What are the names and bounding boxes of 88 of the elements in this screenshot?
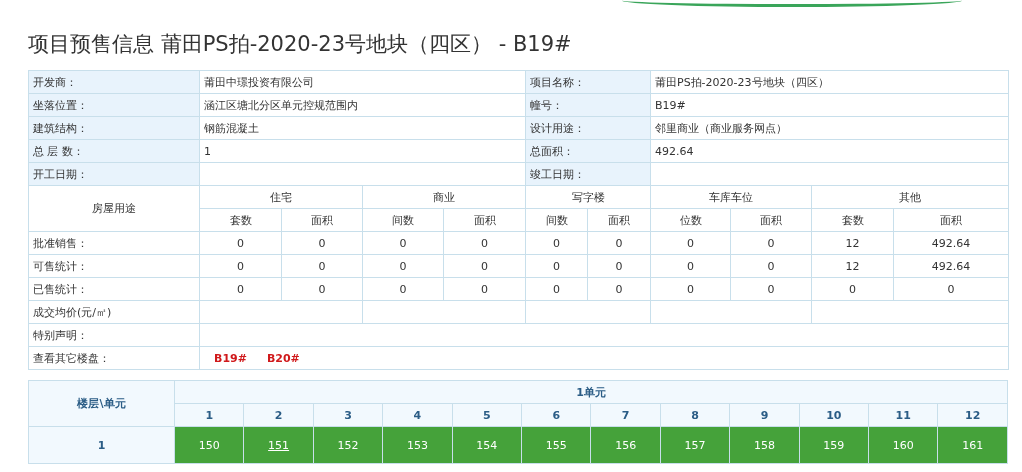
table-cell: 0 bbox=[199, 231, 282, 255]
row-label: 可售统计： bbox=[28, 254, 200, 278]
table-cell: 12 bbox=[811, 231, 894, 255]
table-cell: 492.64 bbox=[893, 231, 1009, 255]
table-cell: 0 bbox=[199, 277, 282, 301]
table-cell: 0 bbox=[650, 277, 731, 301]
field-label: 竣工日期： bbox=[525, 162, 651, 186]
field-label: 幢号： bbox=[525, 93, 651, 117]
room-cell[interactable]: 161 bbox=[937, 426, 1008, 464]
table-cell: 0 bbox=[525, 231, 588, 255]
row-label: 已售统计： bbox=[28, 277, 200, 301]
field-value: 1 bbox=[199, 139, 526, 163]
table-cell: 0 bbox=[443, 277, 526, 301]
field-label: 开发商： bbox=[28, 70, 200, 94]
table-header: 面积 bbox=[893, 208, 1009, 232]
table-cell: 0 bbox=[587, 231, 651, 255]
table-cell: 0 bbox=[443, 231, 526, 255]
table-header: 套数 bbox=[811, 208, 894, 232]
table-cell: 492.64 bbox=[893, 254, 1009, 278]
table-cell: 0 bbox=[281, 277, 363, 301]
table-header: 楼层\单元 bbox=[28, 380, 175, 427]
table-cell: 0 bbox=[525, 254, 588, 278]
table-header: 房屋用途 bbox=[28, 185, 200, 232]
table-cell: 0 bbox=[893, 277, 1009, 301]
room-cell[interactable]: 154 bbox=[452, 426, 522, 464]
room-cell[interactable]: 153 bbox=[382, 426, 453, 464]
building-link[interactable]: B19# bbox=[214, 351, 247, 365]
table-header: 位数 bbox=[650, 208, 731, 232]
row-label: 特别声明： bbox=[28, 323, 200, 347]
row-label: 批准销售： bbox=[28, 231, 200, 255]
field-value: 莆田中璟投资有限公司 bbox=[199, 70, 526, 94]
field-label: 总面积： bbox=[525, 139, 651, 163]
field-value: 涵江区塘北分区单元控规范围内 bbox=[199, 93, 526, 117]
table-header: 面积 bbox=[443, 208, 526, 232]
row-label: 查看其它楼盘： bbox=[28, 346, 200, 370]
room-cell[interactable]: 158 bbox=[729, 426, 800, 464]
table-header: 1单元 bbox=[174, 380, 1008, 404]
table-header: 间数 bbox=[525, 208, 588, 232]
field-value: 492.64 bbox=[650, 139, 1009, 163]
table-cell: 0 bbox=[525, 277, 588, 301]
floor-label: 1 bbox=[28, 426, 175, 464]
building-link[interactable]: B20# bbox=[266, 351, 300, 365]
table-cell: 0 bbox=[587, 277, 651, 301]
table-header: 间数 bbox=[362, 208, 444, 232]
table-header: 写字楼 bbox=[525, 185, 651, 209]
table-cell: 0 bbox=[199, 254, 282, 278]
room-cell[interactable]: 156 bbox=[590, 426, 661, 464]
page-title: 项目预售信息 莆田PS拍-2020-23号地块（四区） - B19# bbox=[28, 31, 572, 58]
table-header: 面积 bbox=[281, 208, 363, 232]
table-cell: 0 bbox=[281, 254, 363, 278]
table-header: 面积 bbox=[730, 208, 812, 232]
field-value: 邻里商业（商业服务网点） bbox=[650, 116, 1009, 140]
room-cell[interactable]: 155 bbox=[521, 426, 591, 464]
room-cell[interactable]: 159 bbox=[799, 426, 869, 464]
room-cell[interactable]: 157 bbox=[660, 426, 730, 464]
table-cell: 0 bbox=[281, 231, 363, 255]
table-cell: 0 bbox=[443, 254, 526, 278]
table-cell: 0 bbox=[362, 277, 444, 301]
field-label: 项目名称： bbox=[525, 70, 651, 94]
table-cell: 0 bbox=[362, 254, 444, 278]
room-cell[interactable]: 152 bbox=[313, 426, 383, 464]
table-cell: 0 bbox=[650, 231, 731, 255]
table-header: 车库车位 bbox=[650, 185, 812, 209]
table-cell: 12 bbox=[811, 254, 894, 278]
field-label: 建筑结构： bbox=[28, 116, 200, 140]
table-header: 套数 bbox=[199, 208, 282, 232]
room-cell[interactable]: 150 bbox=[174, 426, 244, 464]
field-value: 钢筋混凝土 bbox=[199, 116, 526, 140]
field-label: 总 层 数： bbox=[28, 139, 200, 163]
table-cell: 0 bbox=[362, 231, 444, 255]
table-header: 其他 bbox=[811, 185, 1009, 209]
room-cell[interactable]: 151 bbox=[243, 426, 314, 464]
table-cell: 0 bbox=[650, 254, 731, 278]
table-cell: 0 bbox=[730, 254, 812, 278]
table-cell: 0 bbox=[587, 254, 651, 278]
field-value: 莆田PS拍-2020-23号地块（四区） bbox=[650, 70, 1009, 94]
table-header: 住宅 bbox=[199, 185, 363, 209]
field-value: B19# bbox=[650, 93, 1009, 117]
row-label: 成交均价(元/㎡) bbox=[28, 300, 200, 324]
table-cell: 0 bbox=[811, 277, 894, 301]
field-label: 开工日期： bbox=[28, 162, 200, 186]
field-label: 坐落位置： bbox=[28, 93, 200, 117]
table-cell: 0 bbox=[730, 277, 812, 301]
field-label: 设计用途： bbox=[525, 116, 651, 140]
table-header: 商业 bbox=[362, 185, 526, 209]
room-cell[interactable]: 160 bbox=[868, 426, 938, 464]
table-cell: 0 bbox=[730, 231, 812, 255]
table-header: 面积 bbox=[587, 208, 651, 232]
